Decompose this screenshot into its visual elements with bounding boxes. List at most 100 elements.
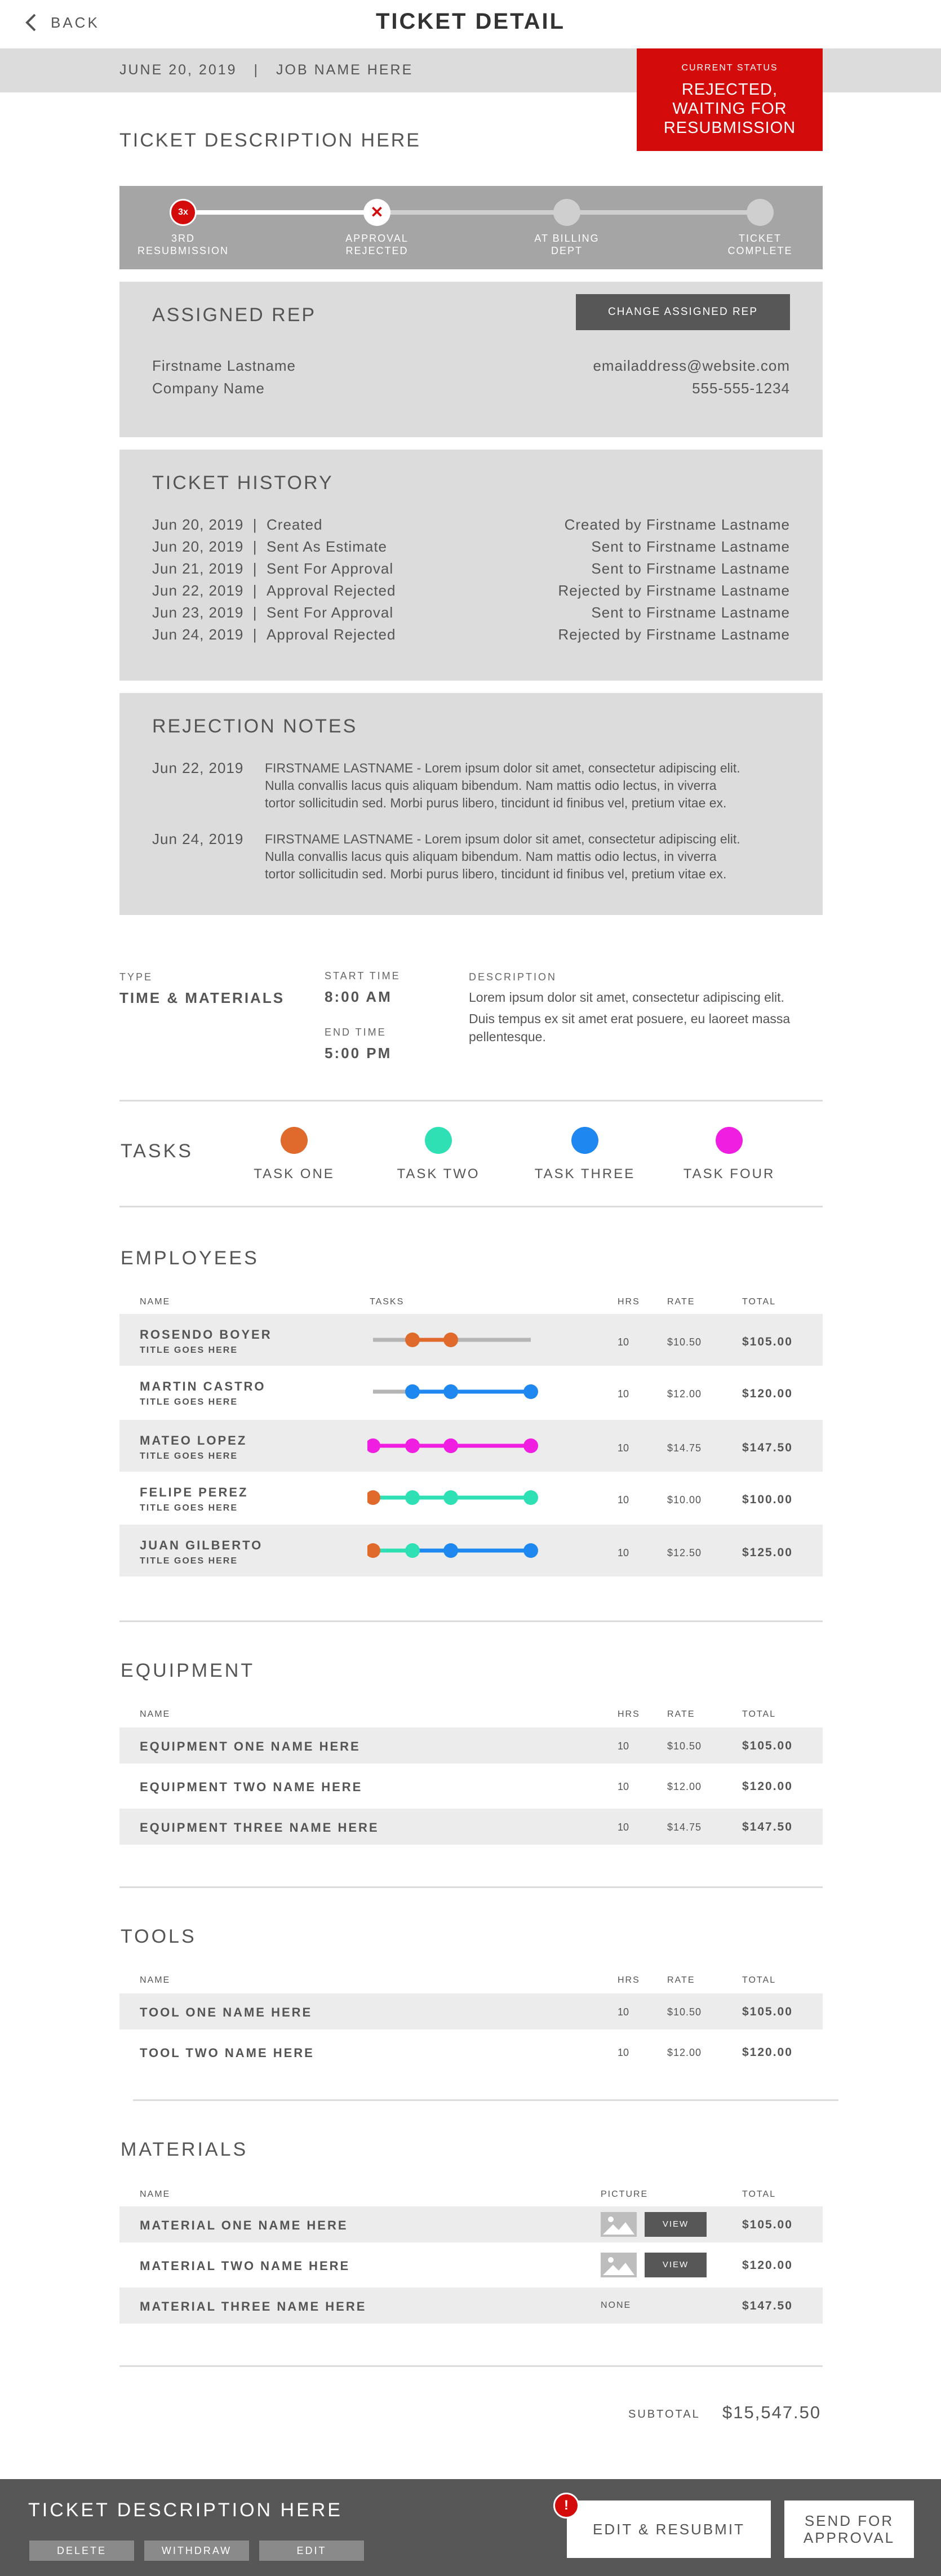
withdraw-button[interactable]: WITHDRAW xyxy=(144,2541,249,2561)
tool-row[interactable]: TOOL ONE NAME HERE 10 $10.50 $105.00 xyxy=(119,1993,823,2029)
history-actor: Rejected by Firstname Lastname xyxy=(558,626,790,643)
material-name: MATERIAL ONE NAME HERE xyxy=(140,2218,348,2232)
status-value: REJECTED, WAITING FOR RESUBMISSION xyxy=(637,80,823,137)
column-header: TOTAL xyxy=(742,1709,776,1719)
separator: | xyxy=(254,62,260,78)
history-actor: Created by Firstname Lastname xyxy=(564,516,790,533)
description-line: Lorem ipsum dolor sit amet, consectetur … xyxy=(469,990,784,1005)
history-entry: Jun 23, 2019 | Sent For Approval xyxy=(152,604,394,621)
task-dot xyxy=(367,1438,380,1453)
material-row[interactable]: MATERIAL TWO NAME HERE VIEW $120.00 xyxy=(119,2247,823,2283)
assigned-rep-title: ASSIGNED REP xyxy=(152,304,317,326)
tool-row[interactable]: TOOL TWO NAME HERE 10 $12.00 $120.00 xyxy=(119,2034,823,2070)
view-picture-button[interactable]: VIEW xyxy=(645,2212,707,2237)
change-assigned-rep-button[interactable]: CHANGE ASSIGNED REP xyxy=(576,294,790,330)
task-one-dot xyxy=(281,1127,308,1154)
divider xyxy=(119,2365,823,2367)
step-label-rejected: APPROVAL REJECTED xyxy=(321,232,433,257)
task-four[interactable]: TASK FOUR xyxy=(667,1127,791,1182)
employee-row[interactable]: MATEO LOPEZ TITLE GOES HERE 10 $14.75 $1… xyxy=(119,1420,823,1472)
task-dot xyxy=(443,1543,458,1558)
tool-rate: $10.50 xyxy=(667,2006,702,2018)
description-label: DESCRIPTION xyxy=(469,971,557,983)
task-three[interactable]: TASK THREE xyxy=(523,1127,647,1182)
note-line: tortor sollicitudin sed. Morbi purus lib… xyxy=(265,796,727,810)
history-entry: Jun 20, 2019 | Sent As Estimate xyxy=(152,538,387,555)
tool-total: $105.00 xyxy=(742,2005,793,2018)
employee-name: JUAN GILBERTO xyxy=(140,1538,263,1552)
employee-total: $100.00 xyxy=(742,1493,793,1506)
step-line: APPROVAL xyxy=(345,233,409,244)
employee-name: FELIPE PEREZ xyxy=(140,1485,248,1499)
material-name: MATERIAL THREE NAME HERE xyxy=(140,2299,367,2313)
step-label-complete: TICKET COMPLETE xyxy=(704,232,816,257)
description-line: pellentesque. xyxy=(469,1029,546,1044)
employee-row[interactable]: JUAN GILBERTO TITLE GOES HERE 10 $12.50 … xyxy=(119,1525,823,1576)
ticket-description: TICKET DESCRIPTION HERE xyxy=(119,130,421,151)
equipment-row[interactable]: EQUIPMENT TWO NAME HERE 10 $12.00 $120.0… xyxy=(119,1768,823,1804)
material-row[interactable]: MATERIAL ONE NAME HERE VIEW $105.00 xyxy=(119,2206,823,2242)
task-dot xyxy=(523,1490,538,1505)
history-date: Jun 20, 2019 xyxy=(152,516,244,533)
equipment-total: $105.00 xyxy=(742,1739,793,1752)
equipment-name: EQUIPMENT THREE NAME HERE xyxy=(140,1820,379,1835)
column-header: HRS xyxy=(618,1297,640,1307)
employee-rate: $10.00 xyxy=(667,1494,702,1505)
employee-row[interactable]: FELIPE PEREZ TITLE GOES HERE 10 $10.00 $… xyxy=(119,1472,823,1524)
employee-row[interactable]: ROSENDO BOYER TITLE GOES HERE 10 $10.50 … xyxy=(119,1314,823,1366)
rep-name: Firstname Lastname xyxy=(152,357,296,374)
equipment-rate: $14.75 xyxy=(667,1822,702,1833)
history-actor: Rejected by Firstname Lastname xyxy=(558,582,790,599)
divider xyxy=(119,1100,823,1102)
task-one[interactable]: TASK ONE xyxy=(232,1127,356,1182)
task-four-dot xyxy=(716,1127,743,1154)
progress-tracker: 3x ✕ 3RD RESUBMISSION APPROVAL REJECTED AT… xyxy=(119,186,823,269)
employee-rate: $12.00 xyxy=(667,1388,702,1400)
image-thumbnail-icon[interactable] xyxy=(601,2212,637,2237)
history-row: Jun 24, 2019 | Approval Rejected Rejected… xyxy=(152,626,790,643)
edit-button[interactable]: EDIT xyxy=(259,2541,364,2561)
send-for-approval-button[interactable]: SEND FOR APPROVAL xyxy=(784,2501,914,2558)
type-value: TIME & MATERIALS xyxy=(119,989,285,1006)
step-label-billing: AT BILLING DEPT xyxy=(511,232,623,257)
tool-hrs: 10 xyxy=(618,2006,629,2018)
note-date: Jun 24, 2019 xyxy=(152,830,244,847)
rejection-notes-title: REJECTION NOTES xyxy=(152,716,358,737)
equipment-hrs: 10 xyxy=(618,1822,629,1833)
image-thumbnail-icon[interactable] xyxy=(601,2253,637,2277)
tool-total: $120.00 xyxy=(742,2046,793,2059)
step-label-resubmission: 3RD RESUBMISSION xyxy=(127,232,239,257)
status-line: RESUBMISSION xyxy=(663,119,796,137)
history-entry: Jun 21, 2019 | Sent For Approval xyxy=(152,560,394,577)
equipment-row[interactable]: EQUIPMENT ONE NAME HERE 10 $10.50 $105.0… xyxy=(119,1727,823,1764)
step-dot-complete xyxy=(747,199,774,226)
image-icon xyxy=(603,2217,634,2235)
column-header: TASKS xyxy=(370,1297,405,1307)
material-row[interactable]: MATERIAL THREE NAME HERE NONE $147.50 xyxy=(119,2288,823,2324)
rep-email[interactable]: emailaddress@website.com xyxy=(593,357,790,375)
divider xyxy=(119,1206,823,1207)
equipment-hrs: 10 xyxy=(618,1781,629,1792)
step-line: 3RD xyxy=(171,233,195,244)
note-line: FIRSTNAME LASTNAME - Lorem ipsum dolor s… xyxy=(265,761,740,775)
step-line: AT BILLING xyxy=(534,233,600,244)
edit-and-resubmit-button[interactable]: EDIT & RESUBMIT xyxy=(567,2501,771,2558)
history-event: Approval Rejected xyxy=(267,582,396,599)
column-header: HRS xyxy=(618,1975,640,1985)
employee-hrs: 10 xyxy=(618,1547,629,1558)
task-two[interactable]: TASK TWO xyxy=(376,1127,500,1182)
employee-row[interactable]: MARTIN CASTRO TITLE GOES HERE 10 $12.00 … xyxy=(119,1366,823,1418)
task-dot xyxy=(523,1543,538,1558)
delete-button[interactable]: DELETE xyxy=(29,2541,134,2561)
rep-phone[interactable]: 555-555-1234 xyxy=(692,380,790,397)
tool-rate: $12.00 xyxy=(667,2047,702,2058)
column-header: RATE xyxy=(667,1709,695,1719)
employee-hrs: 10 xyxy=(618,1494,629,1505)
history-row: Jun 20, 2019 | Sent As Estimate Sent to F… xyxy=(152,538,790,556)
end-time-label: END TIME xyxy=(325,1027,387,1038)
employee-task-track xyxy=(373,1384,538,1399)
equipment-row[interactable]: EQUIPMENT THREE NAME HERE 10 $14.75 $147… xyxy=(119,1809,823,1845)
column-header: TOTAL xyxy=(742,1975,776,1985)
divider xyxy=(119,1620,823,1622)
view-picture-button[interactable]: VIEW xyxy=(645,2253,707,2277)
